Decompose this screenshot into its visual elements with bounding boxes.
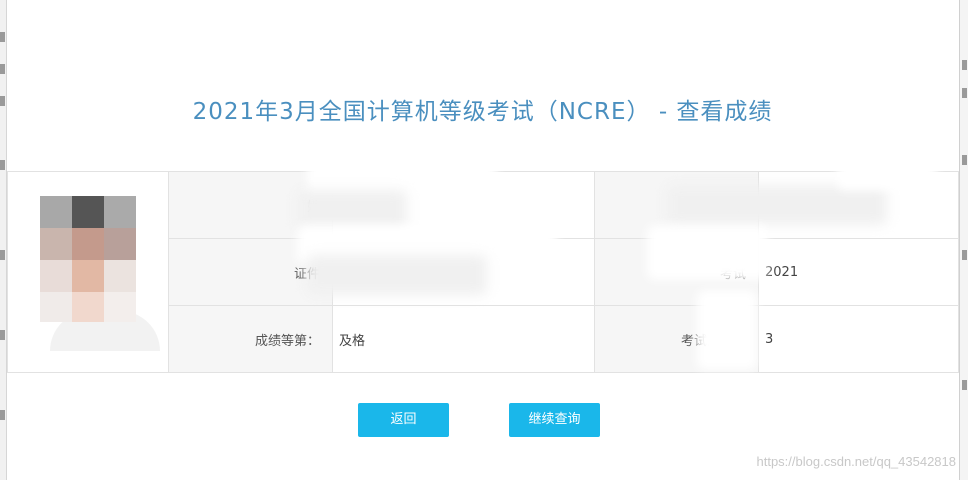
score-dialog: 2021年3月全国计算机等级考试（NCRE） - 查看成绩 2021 成绩等第：… xyxy=(7,0,959,480)
candidate-photo xyxy=(40,196,160,351)
exam-year-value: 2021 xyxy=(758,238,959,306)
background-page-left-edge xyxy=(0,0,7,480)
background-page-right-edge xyxy=(959,0,968,480)
privacy-blur xyxy=(647,225,767,280)
privacy-blur xyxy=(837,150,937,190)
candidate-photo-cell xyxy=(7,171,169,373)
exam-month-value: 3 xyxy=(758,305,959,373)
privacy-blur xyxy=(667,185,887,225)
dialog-title: 2021年3月全国计算机等级考试（NCRE） - 查看成绩 xyxy=(192,99,773,125)
continue-query-button[interactable]: 继续查询 xyxy=(509,403,600,437)
back-button[interactable]: 返回 xyxy=(358,403,449,437)
privacy-blur xyxy=(297,190,407,230)
privacy-blur xyxy=(437,135,497,195)
grade-value: 及格 xyxy=(332,305,595,373)
privacy-blur xyxy=(307,255,487,295)
watermark-text: https://blog.csdn.net/qq_43542818 xyxy=(756,454,957,469)
privacy-blur xyxy=(697,290,757,370)
grade-label: 成绩等第： xyxy=(168,305,333,373)
